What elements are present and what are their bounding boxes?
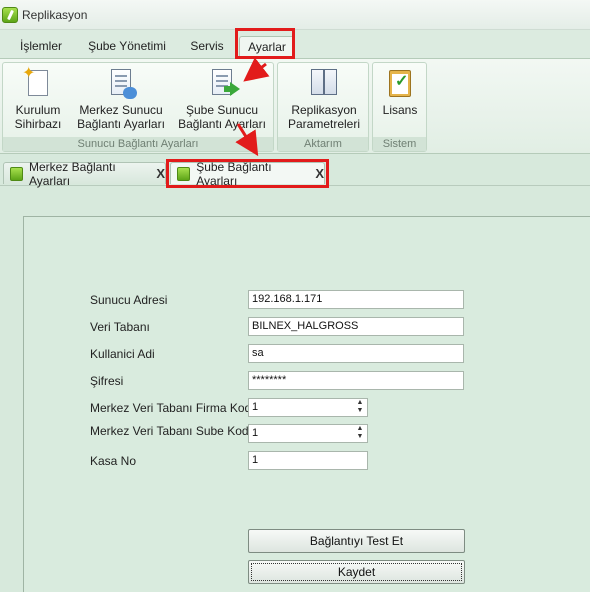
tab-islemler[interactable]: İşlemler	[14, 36, 68, 58]
tab-icon	[10, 166, 23, 181]
server-address-input[interactable]: 192.168.1.171	[248, 290, 464, 309]
button-label-line1: Replikasyon	[291, 103, 357, 117]
database-label: Veri Tabanı	[90, 320, 150, 334]
sube-sunucu-baglanti-button[interactable]: Şube Sunucu Bağlantı Ayarları	[173, 67, 271, 131]
button-label-line2: Parametreleri	[287, 117, 361, 131]
button-label-line1: Şube Sunucu	[185, 103, 259, 117]
app-icon	[2, 6, 18, 23]
register-no-input[interactable]: 1	[248, 451, 368, 470]
tab-label: Merkez Bağlantı Ayarları	[28, 159, 116, 188]
title-bar: Replikasyon	[0, 0, 590, 30]
password-input[interactable]: ********	[248, 371, 464, 390]
group-aktarim: Replikasyon Parametreleri Aktarım	[277, 62, 369, 152]
kurulum-sihirbazi-button[interactable]: ✦ Kurulum Sihirbazı	[7, 66, 69, 132]
group-label: Aktarım	[278, 137, 368, 151]
replikasyon-parametreleri-button[interactable]: Replikasyon Parametreleri	[282, 67, 366, 131]
group-label: Sistem	[373, 137, 426, 151]
branch-doc-icon	[206, 67, 240, 99]
books-icon	[308, 67, 340, 99]
group-sistem: ✓ Lisans Sistem	[372, 62, 427, 152]
password-label: Şifresi	[90, 374, 124, 388]
button-label-line1: Merkez Sunucu	[79, 103, 163, 117]
button-label-line1: Kurulum	[15, 103, 61, 117]
hq-firm-code-label: Merkez Veri Tabanı Firma Kodu	[90, 401, 258, 415]
ribbon-tab-bar: İşlemler Şube Yönetimi Servis Ayarlar	[0, 30, 590, 58]
hq-branch-code-label: Merkez Veri Tabanı Sube Kodu	[90, 424, 256, 438]
clipboard-check-icon: ✓	[384, 67, 416, 99]
tab-merkez-baglanti[interactable]: Merkez Bağlantı Ayarları X	[3, 160, 166, 188]
merkez-sunucu-baglanti-button[interactable]: Merkez Sunucu Bağlantı Ayarları	[73, 67, 169, 131]
register-no-label: Kasa No	[90, 454, 137, 468]
wizard-icon: ✦	[22, 66, 54, 99]
save-button[interactable]: Kaydet	[248, 560, 465, 584]
button-label-line2: Sihirbazı	[14, 117, 62, 131]
stepper-arrows-icon[interactable]: ▲ ▼	[353, 399, 367, 416]
button-label-line1: Lisans	[382, 103, 418, 117]
hq-firm-code-stepper[interactable]: 1 ▲ ▼	[248, 398, 368, 417]
button-label-line2: Bağlantı Ayarları	[77, 117, 165, 131]
test-connection-button[interactable]: Bağlantıyı Test Et	[248, 529, 465, 553]
lisans-button[interactable]: ✓ Lisans	[377, 67, 423, 117]
database-input[interactable]: BILNEX_HALGROSS	[248, 317, 464, 336]
stepper-arrows-icon[interactable]: ▲ ▼	[353, 425, 367, 442]
highlight-ayarlar-tab	[235, 28, 295, 59]
username-label: Kullanici Adi	[90, 347, 155, 361]
tab-sube-yonetimi[interactable]: Şube Yönetimi	[82, 36, 172, 58]
stepper-value: 1	[252, 401, 259, 413]
close-icon[interactable]: X	[156, 166, 165, 181]
window-title: Replikasyon	[22, 7, 88, 22]
stepper-value: 1	[252, 427, 259, 439]
button-label-line2: Bağlantı Ayarları	[178, 117, 266, 131]
group-sunucu-baglanti: ✦ Kurulum Sihirbazı Merkez Sunucu Bağlan…	[2, 62, 274, 152]
username-input[interactable]: sa	[248, 344, 464, 363]
group-label: Sunucu Bağlantı Ayarları	[3, 137, 273, 151]
highlight-sube-tab	[166, 159, 329, 188]
server-address-label: Sunucu Adresi	[90, 293, 168, 307]
ribbon-panel: ✦ Kurulum Sihirbazı Merkez Sunucu Bağlan…	[0, 58, 590, 154]
server-doc-icon	[105, 67, 137, 99]
tab-servis[interactable]: Servis	[186, 36, 228, 58]
hq-branch-code-stepper[interactable]: 1 ▲ ▼	[248, 424, 368, 443]
